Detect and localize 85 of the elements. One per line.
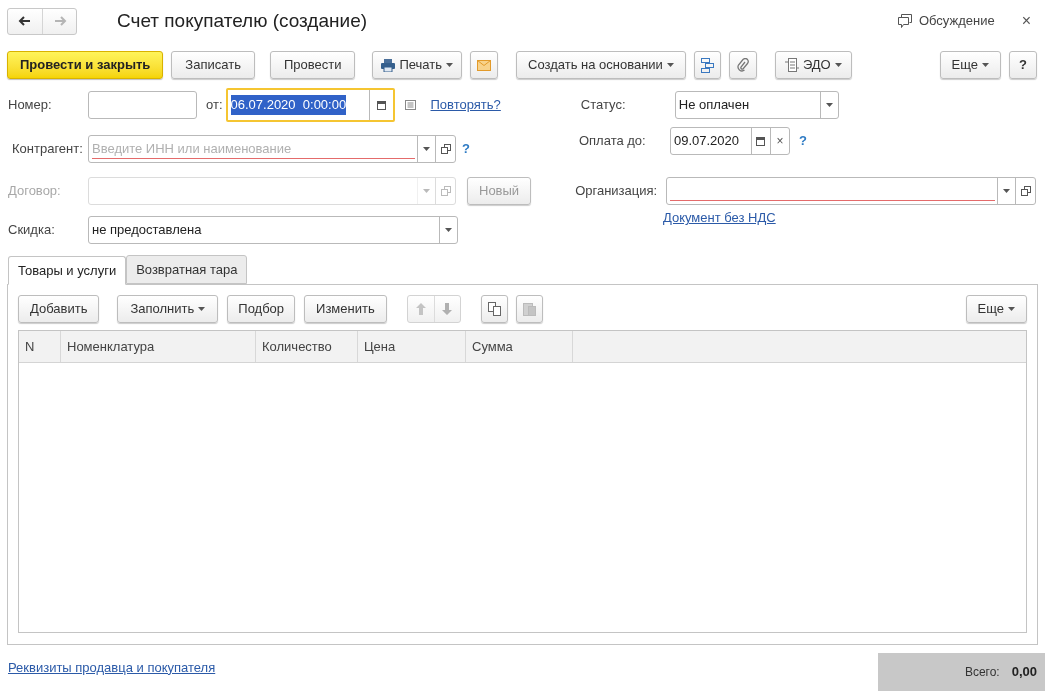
post-and-close-button[interactable]: Провести и закрыть — [7, 51, 164, 79]
field-label: Номер: — [8, 96, 53, 115]
list-icon — [404, 100, 416, 110]
total-label: Всего: — [964, 664, 1000, 681]
vat-link[interactable]: Документ без НДС — [663, 208, 776, 228]
number-field[interactable] — [88, 91, 197, 119]
column-header[interactable]: Цена — [364, 336, 396, 357]
discussion-button[interactable]: Обсуждение — [897, 11, 995, 31]
edit-button[interactable]: Изменить — [304, 295, 387, 323]
caret-icon — [423, 189, 430, 193]
discount-field[interactable]: не предоставлена — [88, 216, 458, 244]
caret-icon — [198, 307, 206, 311]
create-based-on-button[interactable]: Создать на основании — [516, 51, 686, 79]
field-label: Оплата до: — [578, 132, 647, 151]
field-label: Контрагент: — [11, 140, 84, 159]
help-link[interactable]: ? — [798, 131, 807, 151]
pay-until-field[interactable]: 09.07.2020 × — [669, 127, 790, 155]
requisites-link[interactable]: Реквизиты продавца и покупателя — [8, 657, 216, 677]
clipboard-icon — [522, 302, 536, 316]
field-label: Статус: — [580, 96, 627, 115]
caret-icon — [423, 147, 430, 151]
pick-button[interactable]: Подбор — [227, 295, 296, 323]
date-field[interactable]: 06.07.2020 0:00:00 — [225, 88, 395, 122]
more-button[interactable]: Еще — [939, 51, 1002, 79]
attach-button[interactable] — [728, 51, 757, 79]
edo-button[interactable]: ЭДО — [774, 51, 852, 79]
column-header[interactable]: Количество — [262, 336, 332, 357]
back-arrow-icon — [18, 15, 32, 27]
total-value: 0,00 — [1011, 663, 1037, 682]
column-header[interactable]: N — [25, 336, 35, 357]
window-title: Счет покупателю (создание) — [117, 8, 368, 33]
fill-button[interactable]: Заполнить — [117, 295, 219, 323]
clear-button[interactable]: × — [769, 128, 789, 154]
calendar-icon — [756, 136, 766, 146]
open-icon — [440, 144, 451, 154]
help-link[interactable]: ? — [462, 139, 470, 159]
down-arrow-icon — [442, 303, 453, 315]
discount-value: не предоставлена — [92, 221, 202, 240]
caret-icon — [982, 63, 990, 67]
add-button[interactable]: Добавить — [18, 295, 100, 323]
date-value: 06.07.2020 0:00:00 — [230, 95, 347, 115]
caret-icon — [445, 228, 452, 232]
calendar-icon — [376, 100, 386, 110]
post-button[interactable]: Провести — [269, 51, 356, 79]
open-icon — [1020, 186, 1031, 196]
caret-icon — [446, 63, 453, 67]
column-header[interactable]: Сумма — [472, 336, 513, 357]
tab[interactable]: Возвратная тара — [126, 255, 248, 284]
hierarchy-icon — [700, 57, 714, 73]
printer-icon — [381, 58, 396, 72]
save-button[interactable]: Записать — [171, 51, 255, 79]
envelope-icon — [477, 59, 491, 71]
paperclip-icon — [736, 58, 749, 72]
status-field[interactable]: Не оплачен — [674, 91, 839, 119]
status-value: Не оплачен — [678, 96, 750, 115]
forward-arrow-icon — [52, 15, 67, 27]
counterparty-field[interactable]: Введите ИНН или наименование — [88, 135, 456, 163]
paste-button[interactable] — [515, 295, 543, 323]
organization-field[interactable] — [666, 177, 1037, 205]
counterparty-input[interactable]: Введите ИНН или наименование — [92, 138, 415, 160]
caret-icon — [825, 103, 833, 107]
email-button[interactable] — [470, 51, 498, 79]
caret-icon — [834, 63, 842, 67]
field-label: от: — [206, 96, 223, 115]
tab[interactable]: Товары и услуги — [8, 256, 127, 285]
repeat-link[interactable]: Повторять? — [430, 95, 501, 115]
field-label: Организация: — [575, 182, 659, 201]
table-more-button[interactable]: Еще — [965, 295, 1027, 323]
copy-button[interactable] — [480, 295, 508, 323]
pay-until-value: 09.07.2020 — [673, 132, 740, 151]
copy-icon — [487, 302, 501, 316]
field-label: Договор: — [8, 182, 62, 201]
document-exchange-icon — [784, 58, 799, 72]
print-button[interactable]: Печать — [372, 51, 462, 79]
up-arrow-icon — [415, 303, 426, 315]
field-label: Скидка: — [8, 221, 56, 240]
column-header[interactable]: Номенклатура — [67, 336, 155, 357]
close-button[interactable]: × — [1021, 9, 1031, 33]
caret-icon — [1003, 189, 1011, 193]
chat-icon — [897, 14, 912, 28]
help-button[interactable]: ? — [1009, 51, 1037, 79]
open-icon — [440, 186, 451, 196]
caret-icon — [666, 63, 674, 67]
caret-icon — [1008, 307, 1015, 311]
structure-button[interactable] — [693, 51, 721, 79]
